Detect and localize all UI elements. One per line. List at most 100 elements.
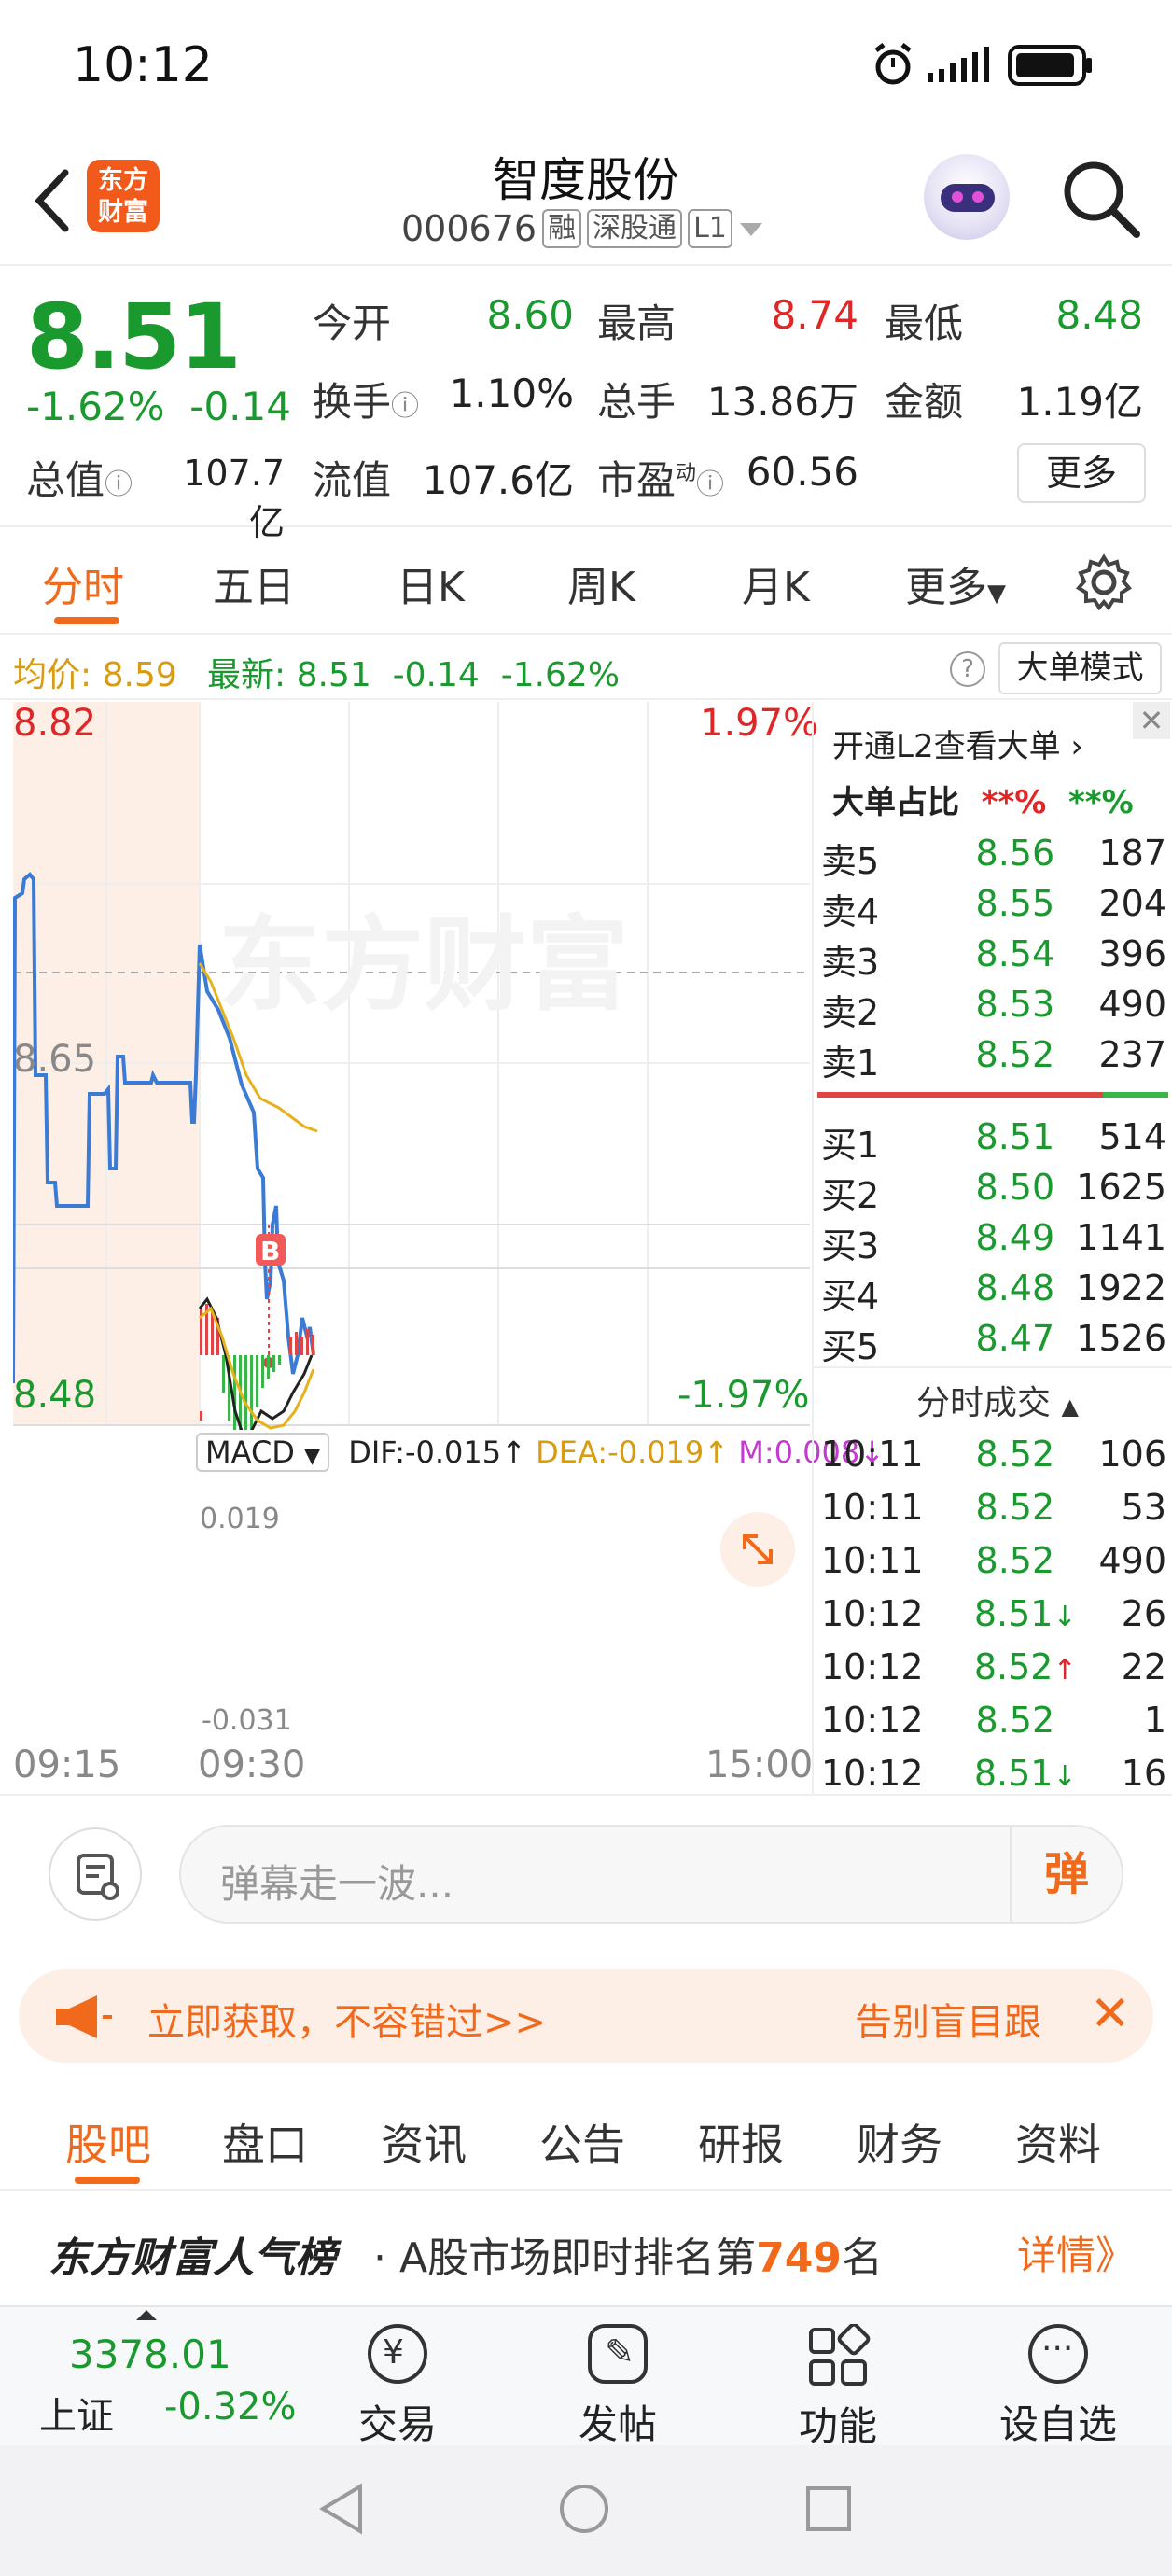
dif-value: DIF:-0.015 [348,1435,502,1470]
ask-row: 卖2 8.53 490 [821,984,1167,1033]
intraday-info-row: 均价: 8.59 最新: 8.51 -0.14 -1.62% ? 大单模式 [0,635,1172,700]
volume-value: 13.86万 [706,379,858,425]
tab-announcements[interactable]: 公告 [539,2111,625,2173]
index-name: 上证 [39,2395,114,2438]
trade-row: 10:12 8.52↑ 22 [821,1646,1166,1687]
ask-row: 卖1 8.52 237 [821,1034,1167,1084]
tab-intraday[interactable]: 分时 [42,553,124,613]
order-book-panel: ✕ 开通L2查看大单 › 大单占比 **% **% 卖5 8.56 187 卖4 8.… [812,702,1172,1794]
active-tab-indicator [75,2177,140,2184]
dropdown-icon: ▼ [304,1445,321,1468]
price-chart-svg: 东方财富 B [11,702,810,1458]
up-arrow-icon: ↑ [704,1435,730,1470]
promo-banner[interactable]: 立即获取，不容错过>> 告别盲目跟 ✕ [19,1969,1153,2063]
ask-row: 卖3 8.54 396 [821,933,1167,983]
latest-price: 最新: 8.51 -0.14 -1.62% [207,656,621,694]
system-nav-bar [0,2445,1172,2576]
status-time: 10:12 [73,37,213,93]
trade-button[interactable]: ¥ 交易 [323,2307,472,2447]
price-mid-label: 8.65 [13,1038,97,1081]
gear-icon[interactable] [1075,553,1133,611]
tab-profile[interactable]: 资料 [1015,2111,1101,2173]
tab-research[interactable]: 研报 [698,2111,784,2173]
low-label: 最低 [885,301,964,346]
turnover-label: 换手ⓘ [313,379,420,425]
edit-icon: ✎ [588,2324,648,2384]
bid-ratio-bar [1103,1092,1168,1098]
macd-low-label: -0.031 [202,1704,292,1737]
tab-daily-k[interactable]: 日K [397,553,465,613]
rank-detail-link[interactable]: 详情》 [1017,2224,1135,2281]
popularity-rank-row[interactable]: 东方财富人气榜 · A股市场即时排名第749名 详情》 [0,2192,1172,2304]
help-icon[interactable]: ? [950,651,985,687]
bottom-action-bar: 3378.01 上证 -0.32% ¥ 交易 ✎ 发帖 功能 ··· 设自选 [0,2305,1172,2449]
l2-promo-link[interactable]: 开通L2查看大单 › [832,721,1083,766]
ask-ratio-bar [817,1092,1103,1098]
volume-label: 总手 [597,379,677,425]
danmu-placeholder: 弹幕走一波... [220,1861,454,1907]
trades-title[interactable]: 分时成交 ▲ [916,1376,1079,1424]
more-button[interactable]: 更多 [1017,443,1146,503]
tab-monthly-k[interactable]: 月K [742,553,810,613]
tab-weekly-k[interactable]: 周K [567,553,635,613]
expand-icon[interactable] [720,1512,795,1587]
pct-high-label: 1.97% [700,702,819,745]
intraday-chart[interactable]: 东方财富 B 8.82 8.65 8.48 1.97% -1.97% 0.019… [11,702,818,1737]
danmu-toggle-button[interactable]: 弹 [1010,1827,1122,1922]
amount-value: 1.19亿 [1016,379,1143,425]
more-dots-icon: ··· [1028,2324,1088,2384]
tab-financials[interactable]: 财务 [857,2111,942,2173]
megaphone-icon [56,1995,112,2038]
nav-home-icon[interactable] [556,2481,612,2537]
indicator-select[interactable]: MACD ▼ [196,1433,330,1472]
watermark: 东方财富 [218,905,629,1025]
expand-up-icon [136,2310,157,2320]
banner-text-secondary: 告别盲目跟 [855,2001,1041,2044]
tab-guba[interactable]: 股吧 [65,2111,151,2173]
open-value: 8.60 [486,292,574,338]
macd-indicator-row: MACD ▼ DIF:-0.015↑ DEA:-0.019↑ M:0.008↓ [196,1433,885,1472]
bid-row: 买3 8.49 1141 [821,1217,1167,1267]
tab-news[interactable]: 资讯 [381,2111,467,2173]
tab-order-book[interactable]: 盘口 [222,2111,308,2173]
index-widget[interactable]: 3378.01 上证 -0.32% [0,2307,308,2447]
dropdown-icon[interactable] [738,219,764,238]
banner-text: 立即获取，不容错过>> [147,2001,547,2044]
big-order-mode-button[interactable]: 大单模式 [998,642,1162,694]
amount-label: 金额 [885,379,964,425]
nav-recents-icon[interactable] [801,2481,857,2537]
functions-button[interactable]: 功能 [763,2307,913,2449]
bid-row: 买4 8.48 1922 [821,1267,1167,1317]
pct-low-label: -1.97% [677,1374,810,1417]
status-bar: 10:12 [0,0,1172,135]
nav-back-icon[interactable] [315,2481,371,2537]
time-open-label: 09:30 [198,1743,306,1786]
add-watchlist-button[interactable]: ··· 设自选 [984,2307,1133,2447]
comment-settings-icon[interactable] [49,1827,142,1921]
close-icon[interactable]: ✕ [1090,1986,1131,2042]
index-pct: -0.32% [164,2386,297,2429]
tab-more[interactable]: 更多▼ [905,553,1006,613]
search-icon[interactable] [1058,156,1142,240]
time-end-label: 15:00 [705,1743,814,1786]
tab-five-day[interactable]: 五日 [213,553,295,613]
grid-icon [809,2322,871,2386]
danmu-input[interactable]: 弹幕走一波... 弹 [179,1825,1123,1924]
battery-icon [1008,45,1092,86]
close-icon[interactable]: ✕ [1133,702,1170,739]
time-start-label: 09:15 [13,1743,121,1786]
float-cap-value: 107.6亿 [422,457,574,503]
total-cap-label: 总值ⓘ [26,457,133,503]
price-high-label: 8.82 [13,702,97,745]
up-arrow-icon: ↑ [501,1435,526,1470]
avg-price: 均价: 8.59 [13,656,177,694]
stock-code-row[interactable]: 000676 融 深股通 L1 [401,208,764,249]
chart-tabs: 分时 五日 日K 周K 月K 更多▼ [0,527,1172,635]
trade-row: 10:11 8.52 53 [821,1487,1167,1528]
dropdown-icon: ▼ [987,580,1006,608]
robot-assistant-icon[interactable] [924,154,1010,240]
post-button[interactable]: ✎ 发帖 [543,2307,692,2447]
stock-code: 000676 [401,208,537,249]
change-pct: -1.62% [26,384,165,429]
bid-row: 买1 8.51 514 [821,1116,1167,1166]
